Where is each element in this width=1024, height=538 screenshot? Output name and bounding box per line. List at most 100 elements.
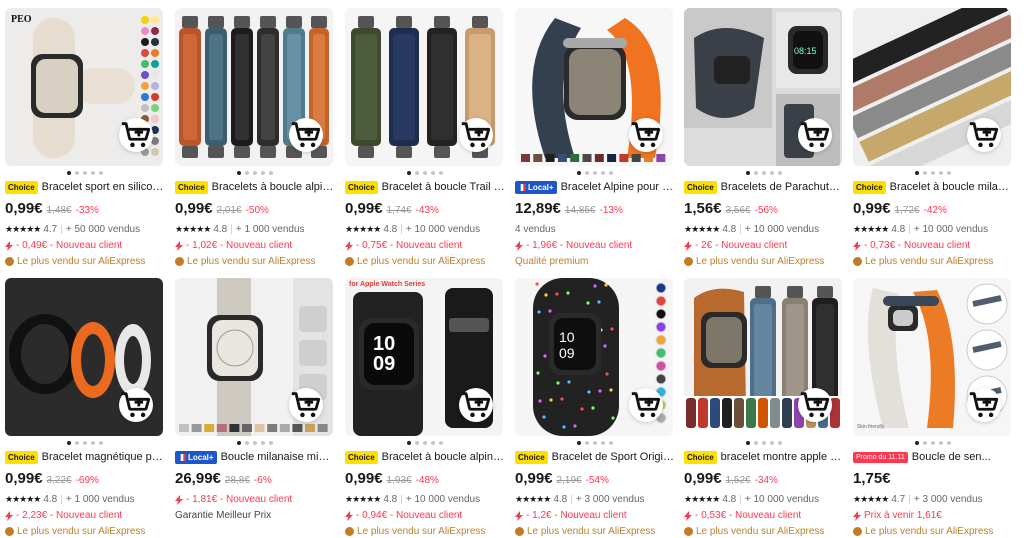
carousel-dot[interactable]	[431, 441, 435, 445]
product-title[interactable]: Bracelet Alpine pour B...	[561, 181, 675, 193]
carousel-dot[interactable]	[261, 441, 265, 445]
product-title-row[interactable]: Choice bracelet montre apple w...	[684, 449, 844, 465]
product-title[interactable]: Bracelet sport en silicon...	[42, 181, 165, 193]
carousel-dot[interactable]	[91, 441, 95, 445]
add-to-cart-button[interactable]	[629, 388, 663, 422]
carousel-dot[interactable]	[269, 441, 273, 445]
product-image[interactable]: for Apple Watch Series 10 09	[345, 278, 503, 436]
product-card[interactable]: Choice Bracelet à boucle milana... 0,99€…	[853, 8, 1013, 268]
product-card[interactable]: 08:15 Choice Bracelets de Parachute ... …	[684, 8, 844, 268]
product-title[interactable]: Bracelet de Sport Origin...	[552, 451, 675, 463]
carousel-dot[interactable]	[67, 441, 71, 445]
product-card[interactable]: for Apple Watch Series 10 09 Choice Brace…	[345, 278, 505, 538]
carousel-dot[interactable]	[237, 171, 241, 175]
carousel-dot[interactable]	[746, 441, 750, 445]
product-title-row[interactable]: Choice Bracelets à boucle alpin...	[175, 179, 335, 195]
carousel-dot[interactable]	[939, 441, 943, 445]
product-title-row[interactable]: Choice Bracelet magnétique po...	[5, 449, 165, 465]
carousel-dot[interactable]	[67, 171, 71, 175]
carousel-dot[interactable]	[75, 171, 79, 175]
add-to-cart-button[interactable]	[459, 118, 493, 152]
image-carousel-dots[interactable]	[684, 441, 844, 445]
product-image[interactable]: 10 09	[515, 278, 673, 436]
carousel-dot[interactable]	[577, 441, 581, 445]
product-card[interactable]: Choice Bracelet magnétique po... 0,99€ 3…	[5, 278, 165, 538]
carousel-dot[interactable]	[99, 441, 103, 445]
carousel-dot[interactable]	[762, 171, 766, 175]
carousel-dot[interactable]	[915, 171, 919, 175]
product-title-row[interactable]: Choice Bracelet à boucle Trail p...	[345, 179, 505, 195]
add-to-cart-button[interactable]	[798, 118, 832, 152]
product-title[interactable]: Bracelets de Parachute ...	[721, 181, 844, 193]
product-title[interactable]: bracelet montre apple w...	[721, 451, 844, 463]
product-title[interactable]: Bracelet à boucle alpine ...	[382, 451, 505, 463]
carousel-dot[interactable]	[431, 171, 435, 175]
product-card[interactable]: Choice bracelet montre apple w... 0,99€ …	[684, 278, 844, 538]
product-image[interactable]: Skin friendly	[853, 278, 1011, 436]
carousel-dot[interactable]	[439, 171, 443, 175]
product-image[interactable]: 08:15	[684, 8, 842, 166]
add-to-cart-button[interactable]	[119, 388, 153, 422]
carousel-dot[interactable]	[754, 171, 758, 175]
image-carousel-dots[interactable]	[175, 441, 335, 445]
product-title-row[interactable]: Promo du 11.11 Boucle de sen...	[853, 449, 1013, 465]
product-image[interactable]	[175, 278, 333, 436]
carousel-dot[interactable]	[423, 441, 427, 445]
add-to-cart-button[interactable]	[629, 118, 663, 152]
carousel-dot[interactable]	[253, 441, 257, 445]
carousel-dot[interactable]	[915, 441, 919, 445]
image-carousel-dots[interactable]	[684, 171, 844, 175]
product-title-row[interactable]: Choice Bracelet sport en silicon...	[5, 179, 165, 195]
carousel-dot[interactable]	[439, 441, 443, 445]
carousel-dot[interactable]	[601, 441, 605, 445]
product-title-row[interactable]: Choice Bracelet à boucle milana...	[853, 179, 1013, 195]
carousel-dot[interactable]	[577, 171, 581, 175]
product-image[interactable]	[345, 8, 503, 166]
product-title-row[interactable]: Choice Bracelets de Parachute ...	[684, 179, 844, 195]
image-carousel-dots[interactable]	[345, 171, 505, 175]
product-image[interactable]	[175, 8, 333, 166]
product-card[interactable]: 10 09 Choice Bracelet de Sport Origin... …	[515, 278, 675, 538]
carousel-dot[interactable]	[931, 441, 935, 445]
product-card[interactable]: Local+ Boucle milanaise minc... 26,99€ 2…	[175, 278, 335, 522]
product-title-row[interactable]: Choice Bracelet à boucle alpine ...	[345, 449, 505, 465]
product-title[interactable]: Boucle milanaise minc...	[221, 451, 335, 463]
carousel-dot[interactable]	[407, 171, 411, 175]
product-title[interactable]: Boucle de sen...	[912, 451, 991, 463]
image-carousel-dots[interactable]	[853, 441, 1013, 445]
product-image[interactable]	[853, 8, 1011, 166]
carousel-dot[interactable]	[423, 171, 427, 175]
carousel-dot[interactable]	[923, 441, 927, 445]
carousel-dot[interactable]	[762, 441, 766, 445]
carousel-dot[interactable]	[931, 171, 935, 175]
image-carousel-dots[interactable]	[5, 171, 165, 175]
carousel-dot[interactable]	[778, 441, 782, 445]
carousel-dot[interactable]	[585, 171, 589, 175]
carousel-dot[interactable]	[754, 441, 758, 445]
carousel-dot[interactable]	[75, 441, 79, 445]
product-card[interactable]: Choice Bracelet à boucle Trail p... 0,99…	[345, 8, 505, 268]
carousel-dot[interactable]	[269, 171, 273, 175]
carousel-dot[interactable]	[609, 441, 613, 445]
product-card[interactable]: PEO Choice Bracelet sport en silicon... …	[5, 8, 165, 268]
product-title[interactable]: Bracelet à boucle milana...	[890, 181, 1013, 193]
carousel-dot[interactable]	[601, 171, 605, 175]
image-carousel-dots[interactable]	[175, 171, 335, 175]
carousel-dot[interactable]	[245, 441, 249, 445]
image-carousel-dots[interactable]	[345, 441, 505, 445]
carousel-dot[interactable]	[99, 171, 103, 175]
product-title-row[interactable]: Local+ Bracelet Alpine pour B...	[515, 179, 675, 195]
add-to-cart-button[interactable]	[459, 388, 493, 422]
product-image[interactable]: PEO	[5, 8, 163, 166]
carousel-dot[interactable]	[609, 171, 613, 175]
carousel-dot[interactable]	[947, 171, 951, 175]
product-title[interactable]: Bracelet à boucle Trail p...	[382, 181, 505, 193]
carousel-dot[interactable]	[939, 171, 943, 175]
carousel-dot[interactable]	[237, 441, 241, 445]
carousel-dot[interactable]	[593, 441, 597, 445]
product-title[interactable]: Bracelets à boucle alpin...	[212, 181, 335, 193]
carousel-dot[interactable]	[83, 441, 87, 445]
carousel-dot[interactable]	[778, 171, 782, 175]
product-card[interactable]: Skin friendly Promo du 11.11 Boucle de s…	[853, 278, 1013, 538]
product-image[interactable]	[684, 278, 842, 436]
